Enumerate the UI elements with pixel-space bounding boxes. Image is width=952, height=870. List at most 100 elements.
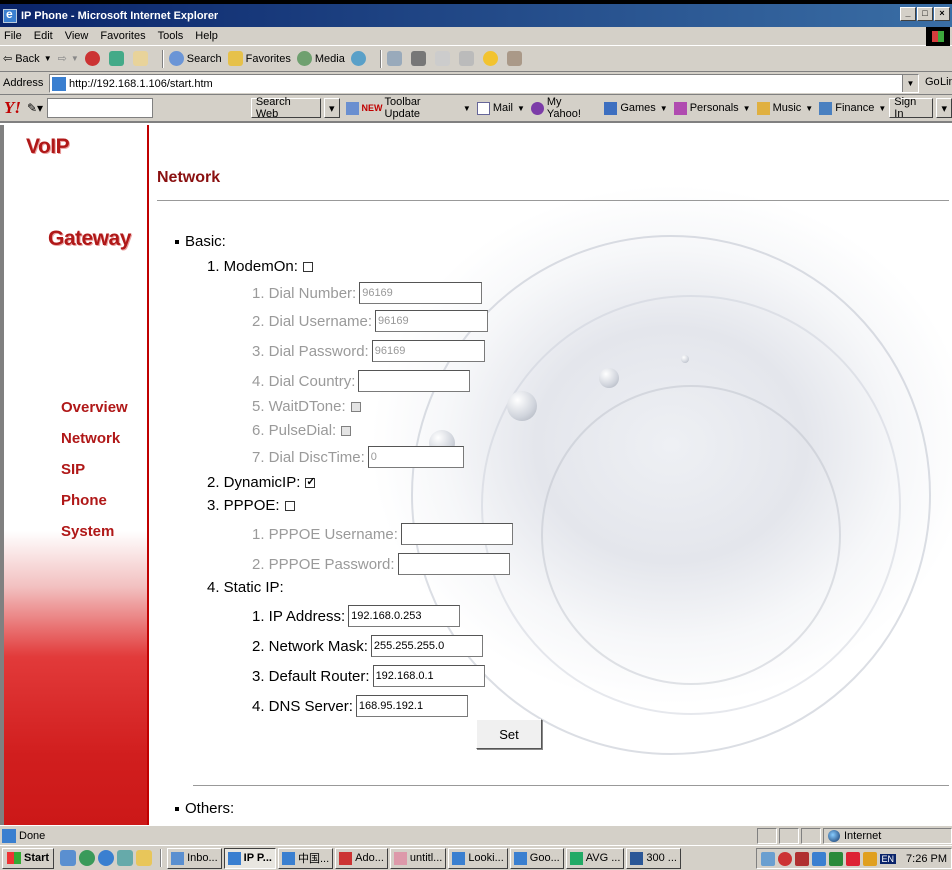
games-icon (604, 101, 618, 115)
menu-help[interactable]: Help (195, 30, 218, 42)
dial-disc-time-field[interactable]: 0 (367, 446, 464, 468)
extra-tool-button[interactable] (506, 51, 525, 66)
desktop-icon[interactable] (117, 850, 134, 866)
standard-toolbar: ⇦ Back ▼ ⇨ ▼ Search Favorites Media (0, 46, 952, 72)
toolbar-update-button[interactable]: NEW Toolbar Update ▼ (345, 96, 471, 120)
media-button[interactable]: Media (296, 51, 345, 66)
address-input[interactable]: http://192.168.1.106/start.htm ▼ (49, 74, 919, 93)
home-button[interactable] (132, 51, 151, 66)
tray-icon[interactable] (828, 851, 843, 866)
address-dropdown-icon[interactable]: ▼ (902, 75, 918, 92)
messenger-button[interactable] (482, 51, 501, 66)
my-yahoo-button[interactable]: My Yahoo! (530, 96, 598, 120)
nav-system[interactable]: System (61, 516, 128, 547)
ie-quicklaunch-icon[interactable] (98, 850, 115, 866)
folder-icon[interactable] (136, 850, 153, 866)
back-button[interactable]: ⇦ Back ▼ (3, 52, 52, 66)
task-google[interactable]: Goo... (509, 847, 564, 869)
section-basic: Basic: (175, 233, 226, 250)
antivirus-tray-icon[interactable] (777, 851, 792, 866)
favorites-button[interactable]: Favorites (227, 51, 291, 66)
history-button[interactable] (350, 51, 369, 66)
yahoo-mail-button[interactable]: Mail ▼ (476, 101, 525, 115)
pppoe-checkbox[interactable] (284, 500, 295, 511)
maximize-button[interactable]: □ (917, 7, 933, 21)
modem-on-checkbox[interactable] (302, 261, 313, 272)
dns-server-field[interactable]: 168.95.192.1 (355, 695, 468, 717)
task-300[interactable]: 300 ... (626, 847, 681, 869)
address-url: http://192.168.1.106/start.htm (69, 77, 213, 90)
nav-network[interactable]: Network (61, 423, 128, 454)
mail-button[interactable] (386, 51, 405, 66)
pencil-icon[interactable]: ✎▾ (27, 101, 43, 115)
personals-button[interactable]: Personals ▼ (673, 101, 751, 115)
paint-icon (393, 851, 407, 865)
pppoe-username-field[interactable] (400, 523, 513, 545)
stop-button[interactable] (84, 51, 103, 66)
discuss-button[interactable] (458, 51, 477, 66)
yahoo-search-input[interactable] (47, 98, 153, 118)
task-untitled[interactable]: untitl... (389, 847, 447, 869)
task-ip-phone[interactable]: IP P... (223, 847, 276, 869)
games-button[interactable]: Games ▼ (604, 101, 668, 115)
pppoe-password-field[interactable] (397, 553, 510, 575)
sidebar-nav: Overview Network SIP Phone System (61, 392, 128, 547)
search-button[interactable]: Search (168, 51, 222, 66)
outlook-icon[interactable] (60, 850, 77, 866)
tray-icon[interactable] (862, 851, 877, 866)
ip-address-row: 1. IP Address: 192.168.0.253 (252, 605, 461, 627)
security-zone[interactable]: Internet (823, 828, 952, 844)
tray-icon[interactable] (794, 851, 809, 866)
go-button[interactable]: Go (925, 76, 940, 88)
default-router-field[interactable]: 192.168.0.1 (372, 665, 485, 687)
tray-icon[interactable] (811, 851, 826, 866)
language-indicator[interactable]: EN (879, 853, 897, 864)
search-web-button[interactable]: Search Web (250, 96, 322, 120)
media-player-icon[interactable] (79, 850, 96, 866)
forward-button[interactable]: ⇨ ▼ (58, 52, 79, 65)
menu-file[interactable]: File (4, 30, 22, 42)
yahoo-logo[interactable]: Y! (4, 98, 21, 118)
dial-country-field[interactable] (358, 370, 471, 392)
dial-number-field[interactable]: 96169 (359, 282, 483, 304)
start-button[interactable]: Start (2, 847, 55, 869)
refresh-button[interactable] (108, 51, 127, 66)
music-button[interactable]: Music ▼ (756, 101, 813, 115)
menu-edit[interactable]: Edit (34, 30, 53, 42)
finance-button[interactable]: Finance ▼ (819, 101, 886, 115)
network-mask-field[interactable]: 255.255.255.0 (370, 635, 483, 657)
edit-button[interactable] (434, 51, 453, 66)
task-looking[interactable]: Looki... (448, 847, 508, 869)
dial-username-field[interactable]: 96169 (375, 310, 489, 332)
set-button[interactable]: Set (476, 719, 542, 749)
sign-in-button[interactable]: Sign In (889, 96, 934, 120)
clock: 7:26 PM (906, 852, 947, 865)
tray-icon[interactable] (845, 851, 860, 866)
dynamic-ip-checkbox[interactable] (305, 475, 316, 488)
pulse-dial-checkbox[interactable] (341, 425, 352, 436)
dial-password-field[interactable]: 96169 (371, 340, 485, 362)
wait-dtone-checkbox[interactable] (350, 401, 361, 412)
finance-icon (819, 101, 833, 115)
menu-view[interactable]: View (65, 30, 89, 42)
task-avg[interactable]: AVG ... (565, 847, 625, 869)
links-toolbar[interactable]: Lin (940, 76, 952, 88)
task-inbox[interactable]: Inbo... (167, 847, 222, 869)
toolbar-options-button[interactable]: ▾ (936, 98, 952, 118)
task-adobe[interactable]: Ado... (335, 847, 388, 869)
nav-sip[interactable]: SIP (61, 454, 128, 485)
search-options-button[interactable]: ▾ (324, 98, 340, 118)
personals-label: Personals (689, 102, 739, 114)
menu-tools[interactable]: Tools (158, 30, 184, 42)
close-button[interactable]: × (934, 7, 950, 21)
task-chinese-page[interactable]: 中国... (277, 847, 334, 869)
default-router-row: 3. Default Router: 192.168.0.1 (252, 665, 485, 687)
ip-address-field[interactable]: 192.168.0.253 (348, 605, 461, 627)
nav-phone[interactable]: Phone (61, 485, 128, 516)
window-title-bar[interactable]: IP Phone - Microsoft Internet Explorer _… (0, 4, 952, 27)
print-button[interactable] (410, 51, 429, 66)
network-tray-icon[interactable] (760, 851, 775, 866)
minimize-button[interactable]: _ (900, 7, 916, 21)
nav-overview[interactable]: Overview (61, 392, 128, 423)
menu-favorites[interactable]: Favorites (100, 30, 145, 42)
